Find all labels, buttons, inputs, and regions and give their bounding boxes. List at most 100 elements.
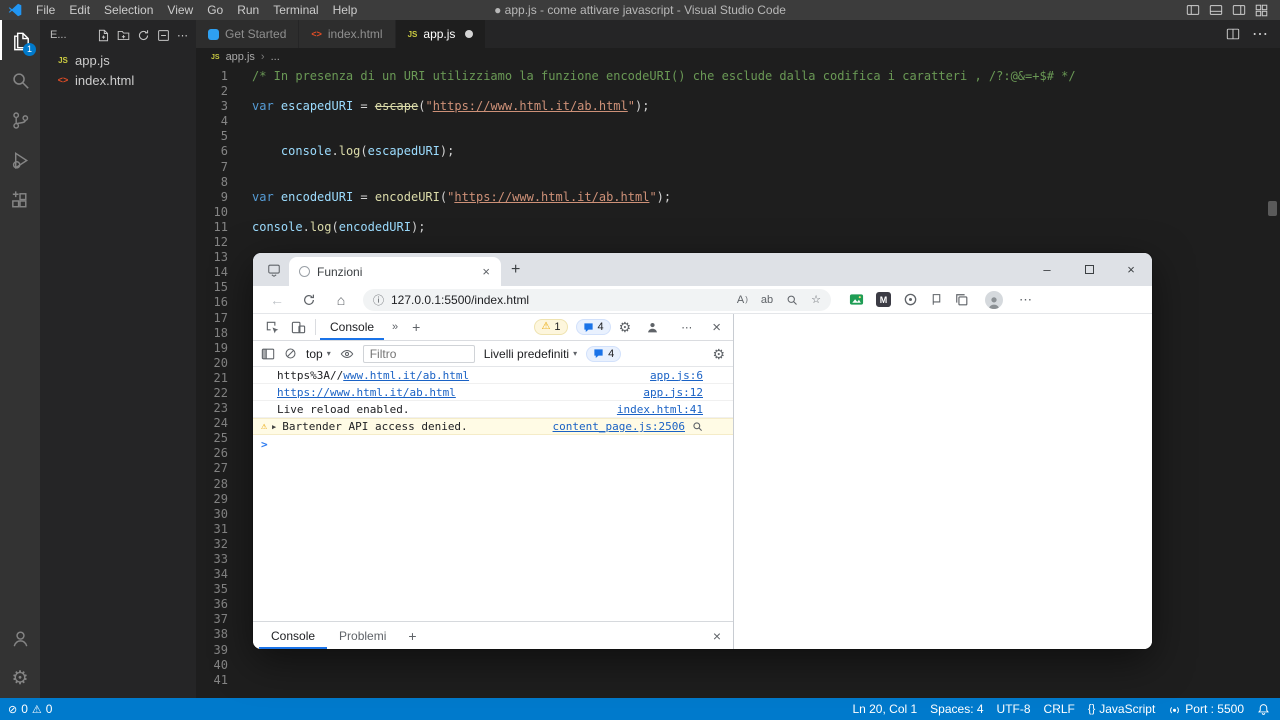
clear-console-icon[interactable]	[284, 347, 297, 360]
code-line[interactable]: 9var encodedURI = encodeURI("https://www…	[196, 190, 1268, 205]
code-line[interactable]: 5	[196, 129, 1268, 144]
reload-icon[interactable]	[295, 293, 323, 307]
file-item-index.html[interactable]: <>index.html	[40, 70, 196, 90]
maximize-button[interactable]	[1068, 253, 1110, 286]
account-button[interactable]	[0, 618, 40, 658]
code-line[interactable]: 40	[196, 658, 1268, 673]
code-line[interactable]: 3var escapedURI = escape("https://www.ht…	[196, 99, 1268, 114]
devtools-settings-icon[interactable]: ⚙	[619, 320, 632, 334]
tab-index.html[interactable]: <>index.html	[299, 20, 395, 48]
encoding-setting[interactable]: UTF-8	[997, 702, 1031, 716]
refresh-icon[interactable]	[137, 29, 150, 42]
collapse-folders-icon[interactable]	[157, 29, 170, 42]
vscode-logo-icon[interactable]	[7, 2, 23, 18]
read-aloud-icon[interactable]: A)	[737, 294, 748, 306]
breadcrumb[interactable]: JS app.js › ...	[196, 48, 1280, 66]
favorite-star-icon[interactable]: ☆	[811, 293, 821, 306]
tab-actions-menu-icon[interactable]	[267, 263, 281, 277]
code-line[interactable]: 11console.log(encodedURI);	[196, 220, 1268, 235]
dirty-indicator[interactable]	[465, 30, 473, 38]
address-bar[interactable]: ⓘ 127.0.0.1:5500/index.html A) ab ☆	[363, 289, 831, 311]
console-settings-icon[interactable]: ⚙	[712, 347, 725, 361]
search-button[interactable]	[0, 60, 40, 100]
menu-view[interactable]: View	[160, 0, 200, 20]
drawer-tab-console[interactable]: Console	[259, 622, 327, 649]
browser-menu-icon[interactable]: ⋯	[1019, 292, 1032, 308]
context-selector[interactable]: top▾	[306, 347, 331, 361]
warnings-badge[interactable]: ⚠ 1	[534, 319, 567, 335]
menu-file[interactable]: File	[29, 0, 62, 20]
source-link[interactable]: index.html:41	[605, 403, 703, 416]
menu-selection[interactable]: Selection	[97, 0, 160, 20]
add-panel-icon[interactable]: +	[406, 319, 426, 335]
run-debug-button[interactable]	[0, 140, 40, 180]
drawer-close-icon[interactable]: ×	[707, 628, 727, 644]
menu-run[interactable]: Run	[230, 0, 266, 20]
devtools-more-icon[interactable]: ⋯	[673, 321, 700, 334]
console-sidebar-icon[interactable]	[261, 347, 275, 361]
settings-gear-icon[interactable]: ⚙	[0, 658, 40, 698]
inspect-element-icon[interactable]	[259, 320, 285, 335]
live-server-port[interactable]: Port : 5500	[1168, 702, 1244, 716]
profile-avatar[interactable]	[985, 291, 1003, 309]
menu-edit[interactable]: Edit	[62, 0, 97, 20]
code-line[interactable]: 1/* In presenza di un URI utilizziamo la…	[196, 69, 1268, 84]
console-prompt[interactable]: >	[253, 435, 733, 453]
problems-indicator[interactable]: ⊘ 0 ⚠ 0	[8, 702, 52, 716]
favorites-flag-icon[interactable]	[930, 293, 943, 306]
code-line[interactable]: 2	[196, 84, 1268, 99]
browser-tab[interactable]: Funzioni ×	[289, 257, 501, 286]
zoom-icon[interactable]	[786, 294, 798, 306]
extension-picture-icon[interactable]	[849, 292, 864, 307]
menu-help[interactable]: Help	[326, 0, 365, 20]
code-line[interactable]: 6 console.log(escapedURI);	[196, 144, 1268, 159]
editor-more-icon[interactable]: ⋯	[1252, 24, 1268, 44]
extensions-button[interactable]	[0, 180, 40, 220]
language-mode[interactable]: {} JavaScript	[1088, 702, 1155, 716]
code-line[interactable]: 12	[196, 235, 1268, 250]
code-line[interactable]: 10	[196, 205, 1268, 220]
toggle-sidebar-icon[interactable]	[1186, 3, 1200, 17]
snap-layout-icon[interactable]	[1255, 4, 1268, 17]
add-drawer-tab-icon[interactable]: +	[398, 628, 426, 644]
extension-m-icon[interactable]: M	[876, 292, 891, 307]
device-toolbar-icon[interactable]	[285, 320, 311, 335]
new-file-icon[interactable]	[97, 29, 110, 42]
messages-badge[interactable]: 4	[576, 319, 611, 335]
translate-icon[interactable]: ab	[761, 294, 773, 306]
close-devtools-icon[interactable]: ×	[708, 319, 725, 336]
eol-setting[interactable]: CRLF	[1044, 702, 1075, 716]
tab-close-icon[interactable]: ×	[479, 264, 493, 279]
extension-circle-icon[interactable]	[903, 292, 918, 307]
source-link[interactable]: content_page.js:2506	[541, 420, 685, 433]
minimize-button[interactable]: –	[1026, 253, 1068, 286]
levels-messages-badge[interactable]: 4	[586, 346, 621, 362]
notifications-bell-icon[interactable]	[1257, 703, 1270, 716]
site-info-icon[interactable]: ⓘ	[373, 292, 384, 308]
more-actions-icon[interactable]: ⋯	[177, 29, 188, 42]
code-line[interactable]: 41	[196, 673, 1268, 688]
message-link[interactable]: https://www.html.it/ab.html	[277, 386, 456, 399]
new-tab-button[interactable]: +	[511, 261, 520, 279]
more-panels-icon[interactable]: »	[384, 321, 406, 333]
split-editor-icon[interactable]	[1226, 27, 1240, 41]
breadcrumb-more[interactable]: ...	[271, 51, 280, 63]
feedback-icon[interactable]	[639, 321, 665, 334]
message-link[interactable]: www.html.it/ab.html	[343, 369, 469, 382]
search-icon[interactable]	[692, 421, 703, 432]
toggle-panel-icon[interactable]	[1209, 3, 1223, 17]
customize-layout-icon[interactable]	[1232, 3, 1246, 17]
menu-terminal[interactable]: Terminal	[266, 0, 325, 20]
tab-app.js[interactable]: JSapp.js	[396, 20, 487, 48]
code-line[interactable]: 4	[196, 114, 1268, 129]
code-line[interactable]: 7	[196, 160, 1268, 175]
eye-icon[interactable]	[340, 347, 354, 361]
menu-go[interactable]: Go	[200, 0, 230, 20]
new-folder-icon[interactable]	[117, 29, 130, 42]
cursor-position[interactable]: Ln 20, Col 1	[852, 702, 917, 716]
file-item-app.js[interactable]: JSapp.js	[40, 50, 196, 70]
url-text[interactable]: 127.0.0.1:5500/index.html	[391, 293, 529, 307]
home-icon[interactable]: ⌂	[327, 292, 355, 308]
breadcrumb-file[interactable]: app.js	[226, 51, 255, 63]
close-button[interactable]: ×	[1110, 253, 1152, 286]
